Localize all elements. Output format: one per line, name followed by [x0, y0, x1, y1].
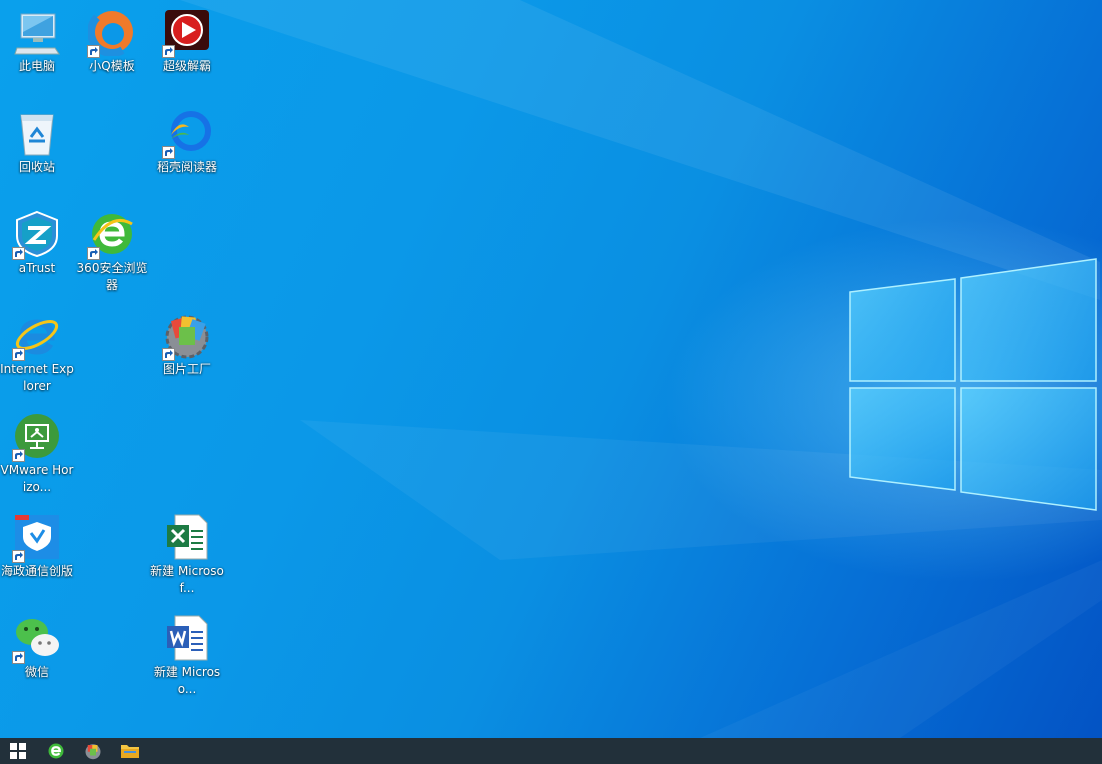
- shortcut-arrow-icon: [162, 348, 175, 361]
- word-file-icon: [163, 614, 211, 662]
- wechat-icon: [12, 614, 61, 664]
- desktop-icon-label: VMware Horizo...: [0, 463, 74, 494]
- desktop-icon-vmware-horizon[interactable]: VMware Horizo...: [0, 412, 74, 496]
- desktop-icon-label: 新建 Microsof...: [150, 564, 224, 595]
- excel-file-icon: [163, 513, 211, 561]
- desktop-icon-label: Internet Explorer: [0, 362, 74, 393]
- this-pc-icon: [13, 8, 61, 56]
- shortcut-arrow-icon: [162, 146, 175, 159]
- desktop-icon-label: 稻壳阅读器: [156, 160, 217, 174]
- taskbar-picture-factory[interactable]: [75, 738, 111, 764]
- desktop-icon-360-browser[interactable]: 360安全浏览器: [75, 210, 149, 294]
- start-button[interactable]: [0, 738, 36, 764]
- desktop-icon-excel-file[interactable]: 新建 Microsof...: [150, 513, 224, 597]
- docer-reader-icon: [162, 109, 211, 159]
- internet-explorer-icon: [12, 311, 61, 361]
- desktop-icon-label: 图片工厂: [162, 362, 211, 376]
- desktop-icon-label: 360安全浏览器: [76, 261, 148, 292]
- picture-factory-icon: [162, 311, 211, 361]
- desktop-icon-label: 小Q模板: [89, 59, 135, 73]
- taskbar-file-explorer[interactable]: [112, 738, 148, 764]
- desktop-icon-label: aTrust: [18, 261, 56, 275]
- desktop-icon-atrust[interactable]: aTrust: [0, 210, 74, 277]
- desktop-icon-word-file[interactable]: 新建 Microso...: [150, 614, 224, 698]
- atrust-icon: [12, 210, 61, 260]
- shortcut-arrow-icon: [87, 247, 100, 260]
- desktop-icon-label: 此电脑: [18, 59, 55, 73]
- shortcut-arrow-icon: [12, 651, 25, 664]
- shortcut-arrow-icon: [12, 449, 25, 462]
- shortcut-arrow-icon: [162, 45, 175, 58]
- desktop-icon-picture-factory[interactable]: 图片工厂: [150, 311, 224, 378]
- desktop-icon-internet-explorer[interactable]: Internet Explorer: [0, 311, 74, 395]
- shortcut-arrow-icon: [12, 247, 25, 260]
- desktop-icon-label: 微信: [24, 665, 49, 679]
- shortcut-arrow-icon: [12, 550, 25, 563]
- 360-browser-icon: [87, 210, 136, 260]
- desktop-icon-label: 超级解霸: [162, 59, 211, 73]
- desktop-icon-this-pc[interactable]: 此电脑: [0, 8, 74, 75]
- desktop-icon-recycle-bin[interactable]: 回收站: [0, 109, 74, 176]
- desktop-icon-wechat[interactable]: 微信: [0, 614, 74, 681]
- shortcut-arrow-icon: [87, 45, 100, 58]
- desktop-icon-label: 海政通信创版: [0, 564, 73, 578]
- taskbar: [0, 738, 1102, 764]
- vmware-horizon-icon: [12, 412, 61, 462]
- desktop-icon-label: 新建 Microso...: [153, 665, 221, 696]
- desktop-icon-label: 回收站: [18, 160, 55, 174]
- recycle-bin-icon: [13, 109, 61, 157]
- desktop-icon-docer-reader[interactable]: 稻壳阅读器: [150, 109, 224, 176]
- file-explorer-icon: [121, 745, 139, 758]
- shortcut-arrow-icon: [12, 348, 25, 361]
- super-player-icon: [162, 8, 211, 58]
- desktop: 此电脑 小Q模板 超级解霸 回收站 稻壳阅读器 aTrust 360安全浏览器 …: [0, 0, 1102, 738]
- taskbar-360-browser[interactable]: [38, 738, 74, 764]
- 360-browser-taskbar-icon: [48, 743, 64, 759]
- picture-factory-taskbar-icon: [85, 744, 101, 760]
- desktop-icon-super-player[interactable]: 超级解霸: [150, 8, 224, 75]
- desktop-icon-haizhengtong[interactable]: 海政通信创版: [0, 513, 74, 580]
- windows-start-icon: [10, 743, 26, 759]
- xiaoq-template-icon: [87, 7, 137, 58]
- haizhengtong-icon: [12, 513, 61, 563]
- desktop-icon-xiaoq-template[interactable]: 小Q模板: [75, 7, 149, 75]
